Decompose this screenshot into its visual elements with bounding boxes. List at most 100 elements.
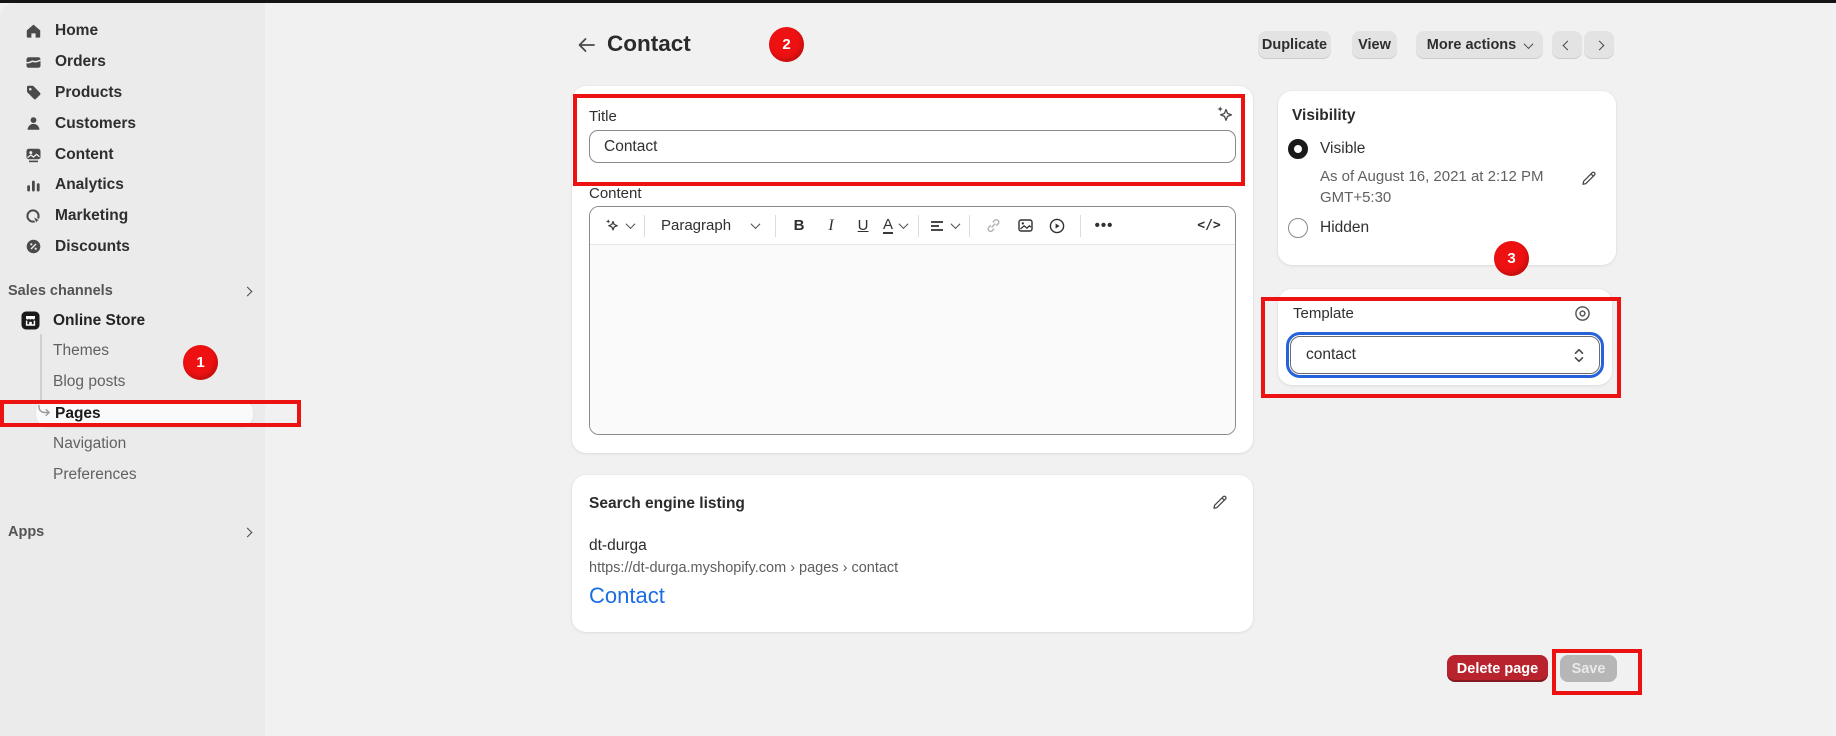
rich-text-editor: Paragraph B I U A xyxy=(589,206,1236,435)
sidebar-item-customers[interactable]: Customers xyxy=(0,108,265,139)
more-actions-button[interactable]: More actions xyxy=(1416,31,1543,59)
sidebar-item-content[interactable]: Content xyxy=(0,139,265,170)
toolbar-divider xyxy=(775,215,776,237)
toolbar-divider xyxy=(918,215,919,237)
radio-selected-icon[interactable] xyxy=(1288,139,1308,159)
radio-unselected-icon[interactable] xyxy=(1288,218,1308,238)
view-label: View xyxy=(1358,37,1391,53)
editor-content-area[interactable] xyxy=(590,245,1235,435)
more-dots-glyph: ••• xyxy=(1095,217,1114,234)
template-heading: Template xyxy=(1293,305,1354,322)
video-icon xyxy=(1048,217,1066,235)
sidebar-item-navigation[interactable]: Navigation xyxy=(53,429,126,459)
toolbar-divider xyxy=(644,215,645,237)
shopify-admin: Home Orders Products Customers Content A… xyxy=(0,3,1836,736)
annotation-step-2: 2 xyxy=(769,27,804,62)
alignment-button[interactable] xyxy=(929,212,959,240)
select-updown-icon xyxy=(1573,347,1585,364)
sales-channels-label: Sales channels xyxy=(8,283,113,299)
underline-button[interactable]: U xyxy=(850,212,876,240)
chevron-left-icon xyxy=(1562,40,1572,50)
insert-video-button[interactable] xyxy=(1044,212,1070,240)
delete-page-label: Delete page xyxy=(1457,661,1538,677)
discounts-icon xyxy=(25,238,42,255)
sidebar-item-preferences[interactable]: Preferences xyxy=(53,460,137,490)
duplicate-button[interactable]: Duplicate xyxy=(1258,31,1331,59)
ai-sparkle-icon[interactable] xyxy=(1213,103,1235,125)
hidden-radio-row[interactable]: Hidden xyxy=(1288,218,1369,238)
visibility-heading: Visibility xyxy=(1292,107,1355,125)
editor-toolbar: Paragraph B I U A xyxy=(590,207,1235,245)
delete-page-button[interactable]: Delete page xyxy=(1447,655,1548,682)
sidebar-item-home[interactable]: Home xyxy=(0,16,265,47)
toolbar-divider xyxy=(969,215,970,237)
visibility-card: Visibility Visible As of August 16, 2021… xyxy=(1278,91,1616,265)
paragraph-style-dropdown[interactable]: Paragraph xyxy=(655,212,765,240)
sidebar-item-label: Home xyxy=(55,22,98,40)
back-button[interactable] xyxy=(574,33,598,57)
italic-glyph: I xyxy=(828,217,833,235)
sidebar-item-themes[interactable]: Themes xyxy=(53,336,109,366)
sidebar-item-orders[interactable]: Orders xyxy=(0,47,265,78)
visible-radio-row[interactable]: Visible xyxy=(1288,139,1365,159)
view-template-eye-icon[interactable] xyxy=(1573,304,1592,323)
customers-icon xyxy=(25,115,42,132)
insert-image-button[interactable] xyxy=(1012,212,1038,240)
sidebar-item-analytics[interactable]: Analytics xyxy=(0,170,265,201)
home-icon xyxy=(25,23,42,40)
analytics-icon xyxy=(25,177,42,194)
save-button-disabled[interactable]: Save xyxy=(1560,655,1617,682)
main-navigation: Home Orders Products Customers Content A… xyxy=(0,16,265,262)
tree-connector-line xyxy=(40,334,42,404)
ai-assist-button[interactable] xyxy=(603,212,634,240)
paragraph-label: Paragraph xyxy=(661,217,731,234)
sidebar-section-sales-channels[interactable]: Sales channels xyxy=(8,279,251,303)
more-formatting-button[interactable]: ••• xyxy=(1091,212,1117,240)
page-details-card: Title Content Paragraph B I U A xyxy=(572,86,1253,453)
sidebar-item-label: Products xyxy=(55,84,122,102)
view-button[interactable]: View xyxy=(1352,31,1397,59)
text-color-button[interactable]: A xyxy=(882,212,908,240)
blog-posts-label: Blog posts xyxy=(53,373,125,391)
previous-page-button[interactable] xyxy=(1552,31,1582,59)
chevron-right-icon xyxy=(243,527,253,537)
online-store-label: Online Store xyxy=(53,312,145,330)
text-color-glyph: A xyxy=(883,217,893,234)
sidebar-item-blog-posts[interactable]: Blog posts xyxy=(53,367,125,397)
themes-label: Themes xyxy=(53,342,109,360)
title-field-label: Title xyxy=(589,108,617,125)
sidebar-item-label: Analytics xyxy=(55,176,124,194)
sidebar-item-products[interactable]: Products xyxy=(0,78,265,109)
sidebar-item-discounts[interactable]: Discounts xyxy=(0,232,265,263)
sidebar: Home Orders Products Customers Content A… xyxy=(0,3,265,736)
sidebar-section-apps[interactable]: Apps xyxy=(8,520,251,544)
insert-link-button[interactable] xyxy=(980,212,1006,240)
more-actions-label: More actions xyxy=(1427,37,1516,53)
sidebar-item-online-store[interactable]: Online Store xyxy=(21,306,145,335)
tree-arrow-icon xyxy=(37,405,52,420)
top-bar-sliver xyxy=(0,0,1836,3)
chevron-down-icon xyxy=(1524,39,1534,49)
edit-visibility-pencil-icon[interactable] xyxy=(1580,169,1598,187)
template-select[interactable]: contact xyxy=(1290,336,1600,374)
seo-heading: Search engine listing xyxy=(589,495,745,513)
edit-seo-pencil-icon[interactable] xyxy=(1211,493,1229,511)
sidebar-item-pages-selected[interactable]: Pages xyxy=(36,400,253,427)
underline-glyph: U xyxy=(858,217,869,234)
orders-icon xyxy=(25,54,42,71)
chevron-right-icon xyxy=(243,286,253,296)
show-html-button[interactable]: </> xyxy=(1196,212,1222,240)
bold-button[interactable]: B xyxy=(786,212,812,240)
back-arrow-icon xyxy=(577,37,596,53)
hidden-label: Hidden xyxy=(1320,219,1369,237)
sidebar-item-label: Customers xyxy=(55,115,136,133)
italic-button[interactable]: I xyxy=(818,212,844,240)
sidebar-item-label: Content xyxy=(55,146,114,164)
image-icon xyxy=(1017,217,1034,234)
content-field-label: Content xyxy=(589,185,642,202)
next-page-button[interactable] xyxy=(1584,31,1614,59)
chevron-down-icon xyxy=(626,219,636,229)
title-input[interactable] xyxy=(589,130,1236,163)
content-icon xyxy=(25,146,42,163)
sidebar-item-marketing[interactable]: Marketing xyxy=(0,201,265,232)
